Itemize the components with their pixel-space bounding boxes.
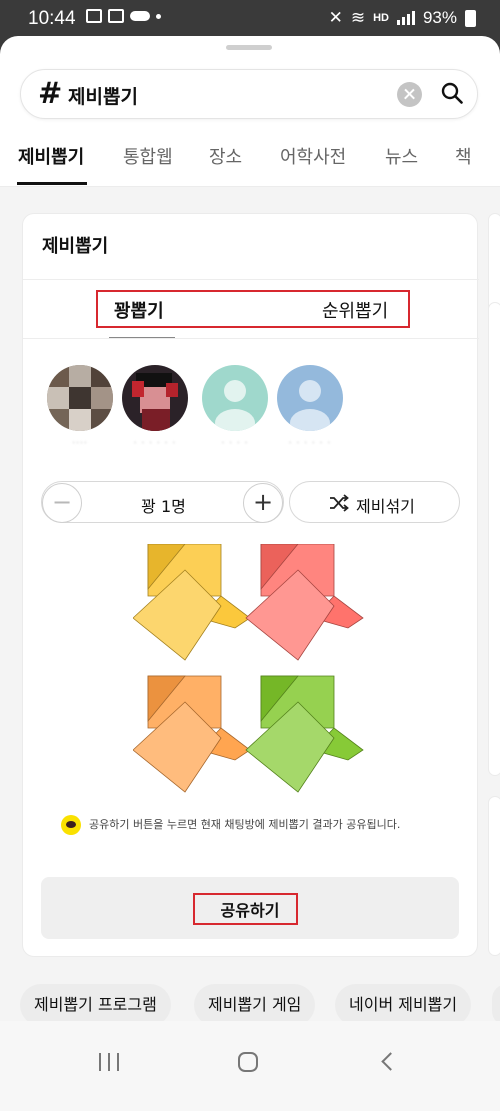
- home-icon[interactable]: [238, 1052, 258, 1072]
- related-search-chip[interactable]: 제비뽑기 게임: [194, 984, 316, 1026]
- tab-lottery[interactable]: 제비뽑기: [18, 143, 84, 169]
- share-notice-text: 공유하기 버튼을 누르면 현재 채팅방에 제비뽑기 결과가 공유됩니다.: [89, 818, 401, 831]
- highlight-box: [193, 893, 298, 925]
- participant-name: ....: [72, 436, 88, 446]
- kakao-chat-icon: [61, 815, 81, 835]
- battery-icon: [465, 9, 476, 27]
- network-type: HD: [373, 12, 389, 24]
- lottery-envelope[interactable]: [133, 675, 251, 793]
- avatar[interactable]: [277, 365, 343, 431]
- participant-name: . . . .: [221, 436, 249, 446]
- status-bar: 10:44 ✕ ≋ HD 93%: [0, 0, 500, 36]
- loser-count-stepper: − 꽝 1명 +: [41, 481, 284, 523]
- avatar[interactable]: [202, 365, 268, 431]
- participant-name: . . . . . .: [288, 436, 332, 446]
- search-icon[interactable]: [441, 82, 463, 104]
- more-notifications-icon: [156, 13, 161, 19]
- tab-dictionary[interactable]: 어학사전: [280, 143, 346, 169]
- highlight-box: [96, 290, 410, 328]
- back-icon[interactable]: [381, 1052, 400, 1071]
- increase-button[interactable]: +: [243, 483, 283, 523]
- participant-name: . . . . . .: [133, 436, 177, 446]
- mute-icon: ✕: [328, 8, 343, 27]
- app-notification-icon: [108, 9, 124, 23]
- category-tabs: 제비뽑기 통합웹 장소 어학사전 뉴스 책: [0, 139, 500, 187]
- hashtag-icon: #: [38, 76, 63, 110]
- sheet-drag-handle[interactable]: [226, 45, 272, 50]
- tab-integrated-web[interactable]: 통합웹: [123, 143, 173, 169]
- search-bar[interactable]: # 제비뽑기: [20, 69, 478, 119]
- avatar[interactable]: [47, 365, 113, 431]
- tab-places[interactable]: 장소: [209, 143, 242, 169]
- next-card-peek: [488, 796, 500, 956]
- card-title: 제비뽑기: [42, 236, 109, 257]
- shuffle-label: 제비섞기: [356, 497, 415, 516]
- signal-icon: [396, 11, 415, 25]
- related-search-chip[interactable]: 제비뽑기 프로그램: [20, 984, 171, 1026]
- tab-news[interactable]: 뉴스: [385, 143, 418, 169]
- clear-search-icon[interactable]: [397, 82, 422, 107]
- system-navigation-bar: [0, 1021, 500, 1111]
- lottery-envelope[interactable]: [245, 544, 364, 661]
- avatar[interactable]: [122, 365, 188, 431]
- next-card-peek: [488, 302, 500, 776]
- active-tab-indicator: [17, 182, 87, 185]
- bottom-sheet: # 제비뽑기 제비뽑기 통합웹 장소 어학사전 뉴스 책 제비뽑기 꽝뽑기 순위…: [0, 36, 500, 1111]
- related-search-chip[interactable]: 네이버 제비뽑기: [335, 984, 472, 1026]
- gallery-icon: [86, 9, 102, 23]
- recent-apps-icon[interactable]: [99, 1053, 119, 1071]
- lottery-envelope[interactable]: [245, 675, 364, 793]
- lottery-card: 제비뽑기 꽝뽑기 순위뽑기 .... . . . . . . . . . . .…: [22, 213, 479, 957]
- shuffle-button[interactable]: 제비섞기: [289, 481, 460, 523]
- tab-books[interactable]: 책: [455, 143, 472, 169]
- status-time: 10:44: [28, 8, 76, 29]
- battery-percent: 93%: [422, 8, 457, 27]
- lottery-envelopes: [133, 544, 364, 793]
- wifi-icon: ≋: [350, 8, 366, 27]
- lottery-envelope[interactable]: [133, 544, 251, 661]
- shuffle-icon: [330, 494, 349, 512]
- search-input[interactable]: 제비뽑기: [68, 82, 138, 109]
- cloud-icon: [130, 11, 150, 21]
